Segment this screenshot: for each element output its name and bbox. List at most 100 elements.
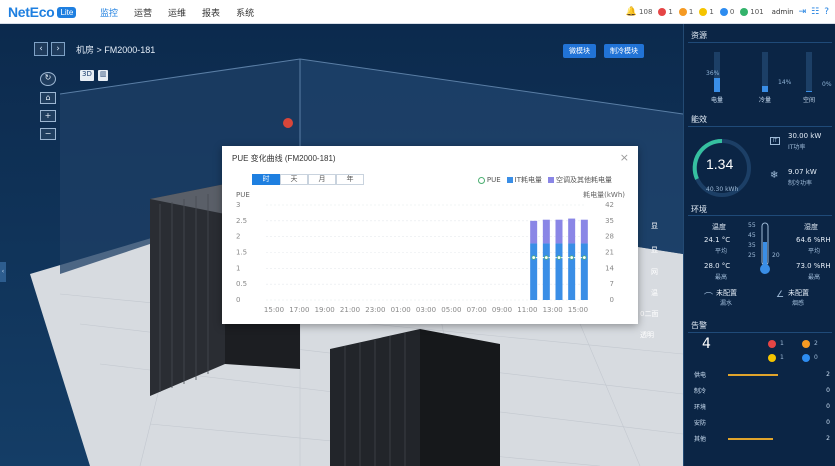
power-resource[interactable]: 电量 (704, 52, 730, 104)
nav-reports[interactable]: 报表 (202, 6, 220, 19)
alarm-row-environment[interactable]: 环境 0 (694, 402, 830, 411)
humidity-max-label: 最高 (808, 274, 821, 281)
power-bar-fill (714, 78, 720, 92)
resource-divider (688, 42, 832, 43)
rotate-icon[interactable]: ↻ (40, 72, 56, 86)
major-icon (678, 8, 687, 16)
x-tick: 03:00 (416, 306, 436, 314)
x-tick: 23:00 (365, 306, 385, 314)
logo-text: NetEco (8, 4, 55, 20)
space-resource[interactable]: 空间 (796, 52, 822, 104)
nav-monitor[interactable]: 监控 (100, 6, 118, 19)
scene-label-5[interactable]: 0二面 (640, 309, 658, 319)
cooling-module-button[interactable]: 制冷模块 (604, 44, 644, 58)
critical-status[interactable]: 1 (658, 8, 673, 16)
alarm-row-power[interactable]: 供电 2 (694, 370, 830, 379)
alarm-row-security[interactable]: 安防 0 (694, 418, 830, 427)
alarm-row-power-count: 2 (826, 371, 830, 378)
y-right-tick: 0 (610, 296, 614, 304)
scale-25: 25 (748, 252, 756, 259)
space-bar (806, 52, 812, 92)
critical-icon (658, 8, 667, 16)
toggle-3d[interactable]: 3D (80, 70, 94, 81)
normal-status[interactable]: 101 (740, 8, 764, 16)
smoke-status: 未配置 (788, 289, 809, 297)
toggle-chart-icon[interactable]: ▥ (97, 70, 109, 81)
other-energy-bar (568, 218, 576, 244)
humidity-avg: 64.6 %RH (796, 236, 831, 244)
left-collapse-icon[interactable]: ‹ (0, 262, 6, 282)
major-status[interactable]: 1 (678, 8, 693, 16)
nav-operation[interactable]: 运营 (134, 6, 152, 19)
it-energy-bar (568, 243, 576, 300)
y-right-tick: 28 (605, 233, 614, 241)
micro-module-button[interactable]: 微模块 (563, 44, 596, 58)
pue-value: 1.34 (706, 156, 734, 172)
zoom-in-icon[interactable]: + (40, 110, 56, 122)
y-left-tick: 2 (236, 233, 240, 241)
smoke-sensor-icon: ∠ (776, 290, 785, 300)
zoom-out-icon[interactable]: − (40, 128, 56, 140)
help-icon[interactable]: ? (824, 7, 829, 17)
leak-sensor-icon: ⌒ (704, 293, 714, 303)
alarm-row-other-count: 2 (826, 435, 830, 442)
y-right-title: 耗电量(kWh) (583, 190, 625, 199)
alarm-row-security-label: 安防 (694, 420, 707, 427)
it-energy-bar (542, 243, 550, 300)
warning-status[interactable]: 0 (719, 8, 734, 16)
scale-35: 35 (748, 242, 756, 249)
x-tick: 13:00 (543, 306, 563, 314)
x-tick: 07:00 (467, 306, 487, 314)
nav-maintenance[interactable]: 运维 (168, 6, 186, 19)
cooling-bar-fill (762, 86, 768, 92)
warning-icon (719, 8, 728, 16)
alarm-row-cooling[interactable]: 制冷 0 (694, 386, 830, 395)
x-tick: 01:00 (391, 306, 411, 314)
reset-view-icon[interactable]: ⌂ (40, 92, 56, 104)
y-left-tick: 2.5 (236, 217, 247, 225)
bell-count: 108 (639, 8, 653, 16)
breadcrumb: ‹ › 机房 > FM2000-181 (34, 42, 155, 56)
logo-badge: Lite (57, 6, 77, 18)
minor-status[interactable]: 1 (699, 8, 714, 16)
nav-system[interactable]: 系统 (236, 6, 254, 19)
alarm-row-other[interactable]: 其他 2 (694, 434, 830, 443)
y-right-tick: 21 (605, 249, 614, 257)
user-name[interactable]: admin (772, 8, 794, 16)
bell-status[interactable]: 🔔 108 (626, 7, 653, 17)
org-icon[interactable]: ☷ (811, 7, 819, 17)
warning-alarm-count: 0 (814, 354, 818, 361)
left-toolbar: ↻ ⌂ + − (38, 72, 58, 146)
scene-label-4[interactable]: 温 (651, 288, 658, 298)
logo[interactable]: NetEco Lite (8, 4, 77, 20)
pue-chart-dialog: PUE 变化曲线 (FM2000-181) × 时 天 月 年 PUE IT耗电… (222, 146, 638, 324)
scene-label-6[interactable]: 透明 (640, 330, 654, 340)
back-arrow-icon[interactable]: ‹ (34, 42, 48, 56)
right-status-panel: 资源 电量 36% 冷量 14% 空间 0% 能效 1.34 40.30 kWh… (683, 24, 835, 466)
leak-label: 漏水 (720, 300, 733, 307)
alarm-total: 4 (702, 336, 711, 352)
efficiency-divider (688, 126, 832, 127)
scene-label-1[interactable]: 显 (651, 221, 658, 231)
alarm-row-power-bar (728, 373, 778, 376)
scale-55: 55 (748, 222, 756, 229)
temperature-avg-label: 平均 (715, 248, 728, 255)
critical-alarm-icon (768, 340, 776, 348)
scene-label-3[interactable]: 网 (651, 267, 658, 277)
major-alarm-count: 2 (814, 340, 818, 347)
cooling-resource[interactable]: 冷量 (752, 52, 778, 104)
environment-divider (688, 215, 832, 216)
logout-icon[interactable]: ⇥ (799, 7, 807, 17)
forward-arrow-icon[interactable]: › (51, 42, 65, 56)
view-toggles: 3D ▥ (80, 70, 112, 81)
other-energy-bar (542, 219, 550, 244)
scene-buttons: 微模块 制冷模块 (563, 44, 652, 58)
minor-alarm-icon (768, 354, 776, 362)
space-label: 空间 (802, 97, 815, 104)
environment-title: 环境 (691, 205, 707, 214)
y-left-tick: 1.5 (236, 249, 247, 257)
scale-45: 45 (748, 232, 756, 239)
scene-label-2[interactable]: 显 (651, 245, 658, 255)
alarm-row-power-label: 供电 (694, 372, 707, 379)
power-pct: 36% (706, 70, 720, 77)
